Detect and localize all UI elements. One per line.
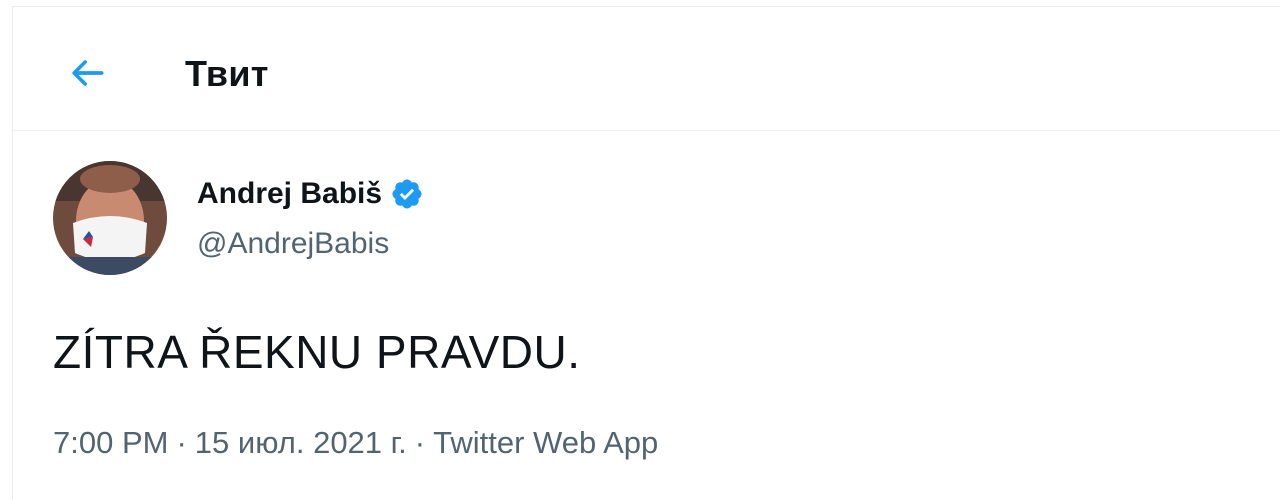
avatar[interactable] bbox=[53, 161, 167, 275]
meta-separator: · bbox=[414, 425, 426, 460]
tweet-source[interactable]: Twitter Web App bbox=[433, 425, 658, 461]
page-header: Твит bbox=[13, 7, 1280, 131]
verified-badge-icon bbox=[390, 177, 424, 211]
author-handle[interactable]: @AndrejBabis bbox=[197, 227, 389, 261]
back-button[interactable] bbox=[57, 45, 117, 105]
meta-separator: · bbox=[176, 425, 187, 460]
page-title: Твит bbox=[185, 53, 269, 94]
author-name-row[interactable]: Andrej Babiš bbox=[197, 177, 424, 211]
author-display-name[interactable]: Andrej Babiš bbox=[197, 177, 382, 211]
tweet-time[interactable]: 7:00 PM bbox=[53, 425, 168, 461]
tweet-text: ZÍTRA ŘEKNU PRAVDU. bbox=[53, 326, 581, 378]
tweet-page: Твит Andrej Babiš @AndrejBabis ZÍTRA ŘEK… bbox=[12, 6, 1280, 500]
arrow-left-icon bbox=[65, 51, 109, 100]
tweet-date[interactable]: 15 июл. 2021 г. bbox=[195, 425, 407, 461]
tweet-meta: 7:00 PM · 15 июл. 2021 г. · Twitter Web … bbox=[53, 425, 658, 461]
